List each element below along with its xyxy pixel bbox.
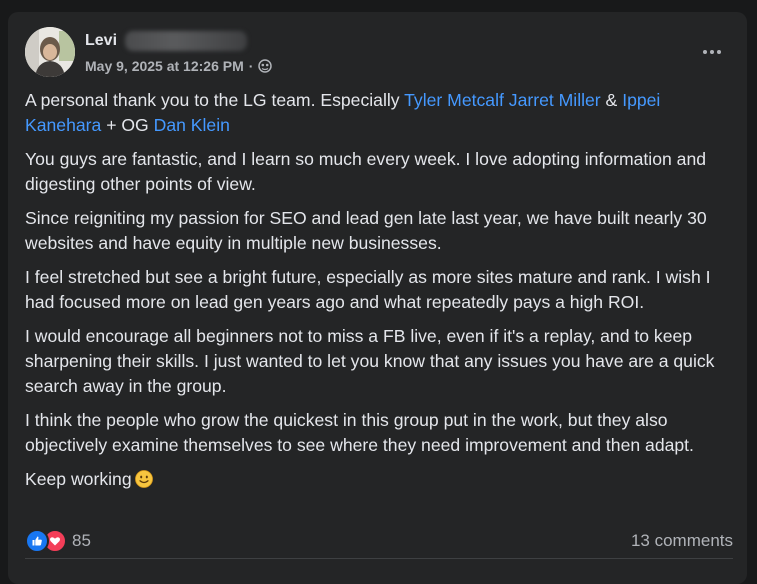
mention-tyler-metcalf[interactable]: Tyler Metcalf bbox=[404, 90, 504, 110]
paragraph-7: Keep working bbox=[25, 467, 740, 492]
avatar-image bbox=[25, 27, 75, 77]
slightly-smiling-face-icon bbox=[134, 470, 153, 488]
avatar[interactable] bbox=[25, 27, 75, 77]
redacted-name bbox=[125, 31, 247, 51]
mention-jarret-miller[interactable]: Jarret Miller bbox=[509, 90, 601, 110]
author-name[interactable]: Levi bbox=[85, 32, 117, 50]
more-horizontal-icon bbox=[703, 50, 707, 54]
paragraph-6: I think the people who grow the quickest… bbox=[25, 410, 694, 455]
like-icon bbox=[25, 529, 49, 553]
paragraph-4: I feel stretched but see a bright future… bbox=[25, 267, 711, 312]
more-options-button[interactable] bbox=[694, 37, 730, 67]
post-footer: 85 13 comments bbox=[25, 527, 733, 555]
paragraph-2: You guys are fantastic, and I learn so m… bbox=[25, 149, 707, 194]
comments-link[interactable]: 13 comments bbox=[631, 531, 733, 551]
post-card: Levi May 9, 2025 at 12:26 PM · A persona… bbox=[8, 12, 747, 584]
post-header: Levi May 9, 2025 at 12:26 PM · bbox=[25, 27, 730, 79]
paragraph-3: Since reigniting my passion for SEO and … bbox=[25, 208, 707, 253]
post-body: A personal thank you to the LG team. Esp… bbox=[25, 88, 740, 501]
footer-divider bbox=[25, 558, 733, 559]
post-meta: May 9, 2025 at 12:26 PM · bbox=[85, 58, 273, 74]
paragraph-5: I would encourage all beginners not to m… bbox=[25, 326, 715, 396]
post-timestamp[interactable]: May 9, 2025 at 12:26 PM bbox=[85, 58, 244, 74]
globe-icon[interactable] bbox=[258, 59, 273, 73]
reactions-summary[interactable]: 85 bbox=[25, 529, 91, 553]
reaction-count[interactable]: 85 bbox=[72, 531, 91, 551]
mention-dan-klein[interactable]: Dan Klein bbox=[154, 115, 230, 135]
meta-separator: · bbox=[248, 58, 254, 74]
paragraph-thanks: A personal thank you to the LG team. Esp… bbox=[25, 90, 661, 135]
